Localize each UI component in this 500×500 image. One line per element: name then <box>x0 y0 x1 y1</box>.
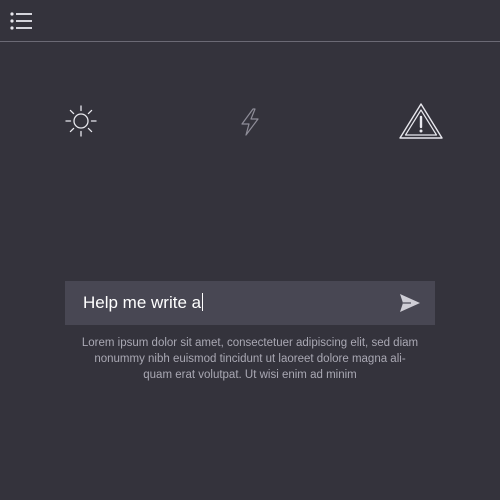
hamburger-menu-icon <box>10 12 32 30</box>
prompt-input-text: Help me write a <box>83 293 202 312</box>
text-cursor <box>202 293 204 311</box>
description-line: Lorem ipsum dolor sit amet, consectetuer… <box>81 337 419 349</box>
send-button[interactable] <box>399 293 421 313</box>
lightning-bolt-icon[interactable] <box>234 106 266 138</box>
prompt-box: Help me write a <box>65 281 435 325</box>
prompt-input[interactable]: Help me write a <box>83 290 383 316</box>
send-icon <box>400 294 420 312</box>
top-bar <box>0 0 500 42</box>
description-text: Lorem ipsum dolor sit amet, consectetuer… <box>60 335 440 383</box>
description-line: quam erat volutpat. Ut wisi enim ad mini… <box>143 369 357 381</box>
description-line: nonummy nibh euismod tincidunt ut laoree… <box>94 353 406 365</box>
chat-screen: Help me write a Lorem ipsum dolor sit am… <box>0 0 500 500</box>
menu-button[interactable] <box>8 10 34 32</box>
warning-triangle-icon[interactable] <box>398 102 444 140</box>
sun-icon[interactable] <box>64 104 98 138</box>
